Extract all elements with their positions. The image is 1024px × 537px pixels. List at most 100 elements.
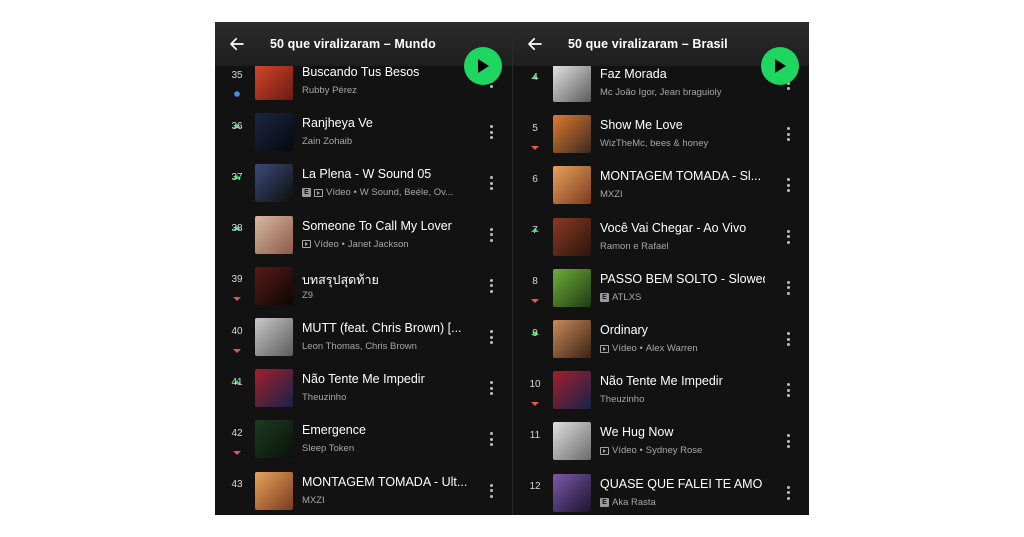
track-row[interactable]: 41 Não Tente Me Impedir Theuzinho <box>215 369 512 420</box>
track-subtitle: E Vídeo • W Sound, Beéle, Ov... <box>302 187 472 198</box>
track-row[interactable]: 12 QUASE QUE FALEI TE AMO E Aka Rasta <box>513 473 809 515</box>
video-icon <box>314 188 323 197</box>
play-icon <box>478 59 489 73</box>
more-options-icon[interactable] <box>485 173 497 193</box>
explicit-badge: E <box>302 188 311 198</box>
album-art <box>553 166 591 205</box>
more-options-icon[interactable] <box>485 327 497 347</box>
more-options-icon[interactable] <box>782 278 794 298</box>
track-artists: MXZI <box>600 189 623 201</box>
album-art <box>255 113 293 152</box>
track-artists: ATLXS <box>612 291 642 303</box>
track-row[interactable]: 36 Ranjheya Ve Zain Zohaib <box>215 113 512 164</box>
more-options-icon[interactable] <box>485 122 497 142</box>
album-art <box>255 266 293 305</box>
track-artists: Janet Jackson <box>347 238 409 250</box>
track-row[interactable]: 11 We Hug Now Vídeo • Sydney Rose <box>513 422 809 473</box>
trend-down-icon <box>530 138 540 150</box>
chart-position: 7 <box>532 225 538 237</box>
track-subtitle: Vídeo • Sydney Rose <box>600 445 770 456</box>
more-options-icon[interactable] <box>782 227 794 247</box>
track-title: Ordinary <box>600 323 648 337</box>
more-options-icon[interactable] <box>782 329 794 349</box>
track-title: Você Vai Chegar - Ao Vivo <box>600 220 747 235</box>
chart-position: 38 <box>231 223 243 235</box>
more-options-icon[interactable] <box>485 276 497 296</box>
chart-position: 39 <box>231 274 243 286</box>
track-artists: WizTheMc, bees & honey <box>600 138 709 150</box>
chart-position: 10 <box>529 378 541 390</box>
back-arrow-icon[interactable] <box>226 33 248 55</box>
track-row[interactable]: 42 Emergence Sleep Token <box>215 420 512 471</box>
more-options-icon[interactable] <box>485 378 497 398</box>
track-row[interactable]: 9 Ordinary Vídeo • Alex Warren <box>513 320 809 371</box>
back-arrow-icon[interactable] <box>524 33 546 55</box>
chart-position: 41 <box>231 376 243 388</box>
track-title: La Plena - W Sound 05 <box>302 167 432 182</box>
album-art <box>553 473 591 512</box>
track-subtitle: Theuzinho <box>600 394 770 405</box>
track-row[interactable]: 38 Someone To Call My Lover Vídeo • Janet J… <box>215 215 512 267</box>
album-art <box>255 369 293 408</box>
track-artists: Rubby Pérez <box>302 85 357 96</box>
track-row[interactable]: 6 MONTAGEM TOMADA - Sl... MXZI <box>513 166 809 217</box>
album-art <box>553 268 591 307</box>
track-subtitle: MXZI <box>600 189 770 200</box>
track-title: บทสรุปสุดท้าย <box>302 272 379 287</box>
more-options-icon[interactable] <box>782 431 794 451</box>
track-artists: Z9 <box>302 289 314 301</box>
track-artists: Sydney Rose <box>645 445 703 457</box>
track-title: MUTT (feat. Chris Brown) [... <box>302 321 462 335</box>
play-icon <box>775 59 786 73</box>
track-artists: Ramon e Rafael <box>600 240 669 252</box>
video-label: Vídeo • <box>612 445 643 457</box>
track-subtitle: Vídeo • Janet Jackson <box>302 239 472 250</box>
track-row[interactable]: 39 บทสรุปสุดท้าย Z9 <box>215 266 512 318</box>
more-options-icon[interactable] <box>782 483 794 503</box>
more-options-icon[interactable] <box>485 481 497 501</box>
track-artists: Theuzinho <box>600 394 645 406</box>
track-title: PASSO BEM SOLTO - Slowed <box>600 271 765 286</box>
track-subtitle: Zain Zohaib <box>302 136 472 147</box>
more-options-icon[interactable] <box>485 429 497 449</box>
chart-position: 35 <box>231 69 243 81</box>
track-title: Não Tente Me Impedir <box>600 374 723 389</box>
more-options-icon[interactable] <box>782 175 794 195</box>
more-options-icon[interactable] <box>485 225 497 245</box>
track-title: Emergence <box>302 423 366 438</box>
track-row[interactable]: 8 PASSO BEM SOLTO - Slowed E ATLXS <box>513 268 809 320</box>
album-art <box>553 64 591 102</box>
chart-position: 40 <box>231 325 243 337</box>
track-row[interactable]: 43 MONTAGEM TOMADA - Ult... MXZI <box>215 471 512 515</box>
chart-position: 4 <box>532 71 538 83</box>
track-artists: Theuzinho <box>302 392 347 404</box>
track-artists: Aka Rasta <box>612 496 656 508</box>
track-artists: W Sound, Beéle, Ov... <box>359 187 454 199</box>
new-entry-icon <box>232 84 242 97</box>
play-button[interactable] <box>761 47 799 85</box>
chart-position: 43 <box>231 479 243 491</box>
chart-position: 6 <box>532 173 538 185</box>
album-art <box>553 320 591 358</box>
album-art <box>553 371 591 410</box>
track-title: Não Tente Me Impedir <box>302 372 425 387</box>
track-row[interactable]: 10 Não Tente Me Impedir Theuzinho <box>513 371 809 422</box>
trend-down-icon <box>232 289 242 302</box>
track-subtitle: Rubby Pérez <box>302 85 472 96</box>
track-title: MONTAGEM TOMADA - Sl... <box>600 169 762 184</box>
chart-position: 12 <box>529 481 541 493</box>
track-title: Buscando Tus Besos <box>302 65 420 79</box>
track-row[interactable]: 40 MUTT (feat. Chris Brown) [... Leon Thom… <box>215 318 512 369</box>
more-options-icon[interactable] <box>782 124 794 144</box>
track-row[interactable]: 5 Show Me Love WizTheMc, bees & honey <box>513 115 809 166</box>
track-subtitle: Vídeo • Alex Warren <box>600 343 770 354</box>
trend-down-icon <box>530 394 540 406</box>
play-button[interactable] <box>464 47 502 85</box>
track-row[interactable]: 7 Você Vai Chegar - Ao Vivo Ramon e Rafael <box>513 217 809 269</box>
trend-down-icon <box>530 291 540 304</box>
track-subtitle: Theuzinho <box>302 392 472 403</box>
album-art <box>553 115 591 154</box>
album-art <box>255 215 293 254</box>
track-row[interactable]: 37 La Plena - W Sound 05 E Vídeo • W Sound, … <box>215 164 512 215</box>
more-options-icon[interactable] <box>782 380 794 400</box>
